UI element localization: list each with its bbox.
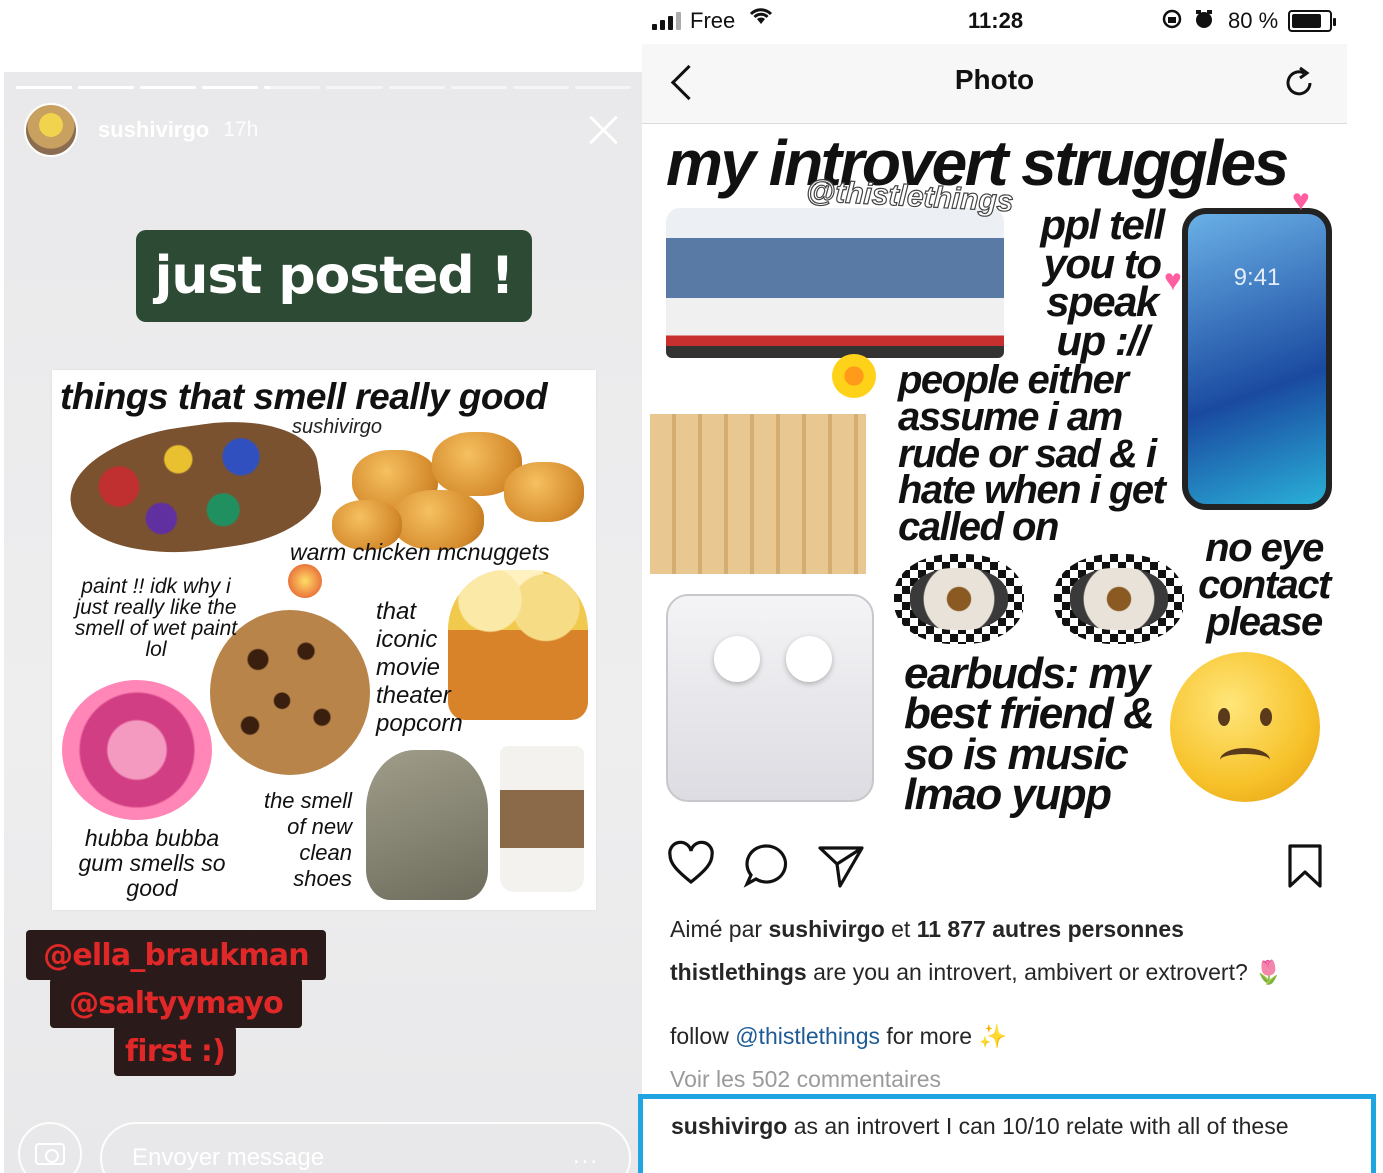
likes-prefix: Aimé par	[670, 916, 763, 942]
post-text-eye: no eye contact please	[1198, 526, 1331, 644]
coffee-cup-image	[500, 746, 584, 892]
flower-icon	[832, 354, 876, 398]
post-text-earbuds: earbuds: my best friend & so is music lm…	[904, 649, 1155, 820]
close-icon[interactable]	[587, 113, 621, 147]
nav-bar: Photo	[642, 44, 1347, 124]
share-icon[interactable]	[816, 840, 866, 890]
status-bar: Free 11:28 80 %	[642, 0, 1383, 44]
collage-title: things that smell really good	[60, 376, 548, 417]
iphone-clock: 9:41	[1233, 264, 1281, 291]
instagram-post-screen: Free 11:28 80 % Photo 9:41 ♥ ♥ my introv…	[642, 0, 1383, 1173]
caption-username[interactable]: thistlethings	[670, 959, 807, 985]
camera-icon	[35, 1143, 65, 1165]
just-posted-sticker: just posted !	[136, 230, 532, 322]
checkered-glasses-image	[894, 554, 1184, 644]
camera-button[interactable]	[18, 1122, 82, 1173]
likes-line: Aimé par sushivirgo et 11 877 autres per…	[670, 914, 1347, 945]
battery-icon	[1288, 10, 1336, 32]
comment-icon[interactable]	[742, 840, 792, 890]
collage-author: sushivirgo	[292, 416, 383, 438]
mention-tag-1[interactable]: @ella_braukman	[26, 930, 326, 980]
story-progress-segment	[512, 86, 569, 89]
like-heart-icon[interactable]	[666, 840, 716, 890]
reply-bar: Envoyer message ...	[18, 1122, 631, 1173]
follow-line: follow @thistlethings for more ✨	[670, 1021, 1347, 1052]
caption-nuggets: warm chicken mcnuggets	[290, 539, 550, 565]
bus-image	[666, 208, 1004, 358]
likes-count[interactable]: 11 877 autres personnes	[917, 916, 1184, 942]
paint-palette-image	[62, 409, 328, 568]
story-progress	[16, 86, 631, 89]
carrier-label: Free	[690, 8, 736, 33]
post-text-assume: people either assume i am rude or sad & …	[898, 358, 1166, 550]
post-caption: thistlethings are you an introvert, ambi…	[670, 957, 1347, 988]
tulip-emoji-icon: 🌷	[1254, 959, 1283, 985]
follow-prefix: follow	[670, 1023, 729, 1049]
collage-image: things that smell really good sushivirgo…	[52, 370, 596, 910]
post-image[interactable]: 9:41 ♥ ♥ my introvert struggles @thistle…	[642, 124, 1347, 820]
iphone-image: 9:41	[1182, 208, 1332, 510]
caption-text: are you an introvert, ambivert or extrov…	[813, 959, 1248, 985]
caption-popcorn: that iconic movie theater popcorn	[376, 598, 463, 737]
bookmark-icon[interactable]	[1280, 840, 1330, 890]
page-title: Photo	[954, 64, 1035, 95]
story-progress-segment	[574, 86, 631, 89]
wifi-icon	[748, 6, 774, 32]
story-progress-segment	[388, 86, 445, 89]
heart-sticker-icon: ♥	[1292, 184, 1310, 217]
message-input[interactable]: Envoyer message ...	[100, 1122, 631, 1173]
highlighted-comment: sushivirgo as an introvert I can 10/10 r…	[638, 1094, 1376, 1173]
shoes-image	[366, 750, 488, 900]
caption-gum: hubba bubba gum smells so good	[78, 825, 226, 901]
nugget-image	[504, 462, 584, 522]
story-progress-segment	[16, 86, 73, 89]
story-progress-segment	[450, 86, 507, 89]
earbuds-image	[666, 594, 874, 802]
post-actions	[642, 836, 1347, 896]
story-progress-segment	[140, 86, 197, 89]
story-header: sushivirgo 17h	[24, 102, 631, 158]
comment-text: as an introvert I can 10/10 relate with …	[793, 1113, 1289, 1139]
story-timestamp: 17h	[223, 118, 259, 141]
comment-username[interactable]: sushivirgo	[671, 1113, 787, 1139]
signal-icon	[652, 12, 681, 30]
first-sticker: first :)	[114, 1026, 236, 1076]
view-comments-link[interactable]: Voir les 502 commentaires	[670, 1064, 1347, 1095]
likes-mid: et	[891, 916, 911, 942]
status-time: 11:28	[968, 8, 1024, 33]
more-options-icon[interactable]: ...	[573, 1142, 599, 1170]
caption-paint: paint !! idk why i just really like the …	[74, 575, 238, 661]
alarm-lock-icons	[1162, 8, 1220, 36]
avatar[interactable]	[24, 103, 78, 157]
story-username[interactable]: sushivirgo	[98, 117, 209, 143]
battery-percent: 80 %	[1228, 8, 1279, 33]
follow-suffix: for more	[886, 1023, 973, 1049]
follow-handle-link[interactable]: @thistlethings	[735, 1023, 880, 1049]
comment-body: sushivirgo as an introvert I can 10/10 r…	[671, 1111, 1341, 1141]
bubble-gum-image	[62, 680, 212, 820]
sparkles-emoji-icon: ✨	[978, 1023, 1008, 1049]
story-progress-segment	[202, 86, 259, 89]
likes-user[interactable]: sushivirgo	[768, 916, 884, 942]
lollipop-image	[288, 564, 322, 598]
refresh-icon[interactable]	[1280, 64, 1318, 102]
mention-tag-2[interactable]: @saltyymayo	[50, 978, 302, 1028]
message-placeholder: Envoyer message	[132, 1144, 325, 1171]
story-progress-segment	[78, 86, 135, 89]
story-progress-segment	[264, 86, 321, 89]
story-progress-segment	[326, 86, 383, 89]
sad-emoji-image	[1170, 652, 1320, 802]
story-viewer[interactable]: sushivirgo 17h just posted ! things that…	[4, 72, 643, 1173]
popsicle-sticks-image	[650, 414, 866, 574]
caption-shoes: the smell of new clean shoes	[263, 788, 352, 891]
post-text-speak: ppl tell you to speak up ://	[1040, 201, 1165, 364]
